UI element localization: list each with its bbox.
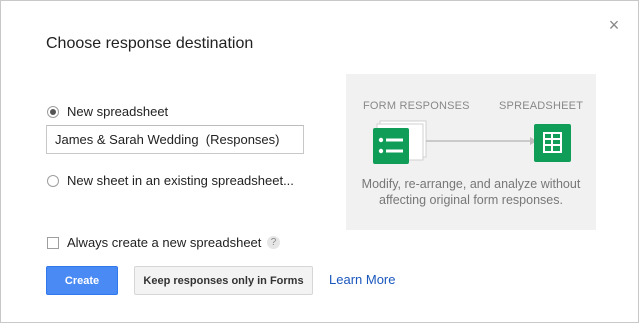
- close-icon[interactable]: ×: [604, 15, 624, 35]
- spreadsheet-name-input[interactable]: [46, 125, 304, 154]
- flow-diagram: [373, 120, 571, 164]
- arrow-icon: [426, 137, 537, 145]
- keep-in-forms-button[interactable]: Keep responses only in Forms: [134, 266, 313, 295]
- new-spreadsheet-radio[interactable]: [47, 106, 59, 118]
- learn-more-link[interactable]: Learn More: [329, 272, 395, 287]
- existing-spreadsheet-radio[interactable]: [47, 175, 59, 187]
- always-create-checkbox[interactable]: [47, 237, 59, 249]
- sheets-icon: [534, 124, 571, 162]
- forms-icon: [373, 120, 427, 164]
- illustration-panel: FORM RESPONSES SPREADSHEET Modify, re-ar…: [346, 74, 596, 230]
- response-destination-dialog: × Choose response destination New spread…: [0, 0, 639, 323]
- always-create-label[interactable]: Always create a new spreadsheet: [67, 235, 261, 250]
- help-icon[interactable]: ?: [267, 236, 280, 249]
- new-spreadsheet-label[interactable]: New spreadsheet: [67, 104, 168, 119]
- existing-spreadsheet-label[interactable]: New sheet in an existing spreadsheet...: [67, 173, 294, 188]
- description-line-2: affecting original form responses.: [379, 193, 563, 207]
- create-button[interactable]: Create: [46, 266, 118, 295]
- dialog-title: Choose response destination: [46, 35, 254, 52]
- description-line-1: Modify, re-arrange, and analyze without: [361, 177, 581, 191]
- illustration-description: Modify, re-arrange, and analyze without …: [346, 176, 596, 208]
